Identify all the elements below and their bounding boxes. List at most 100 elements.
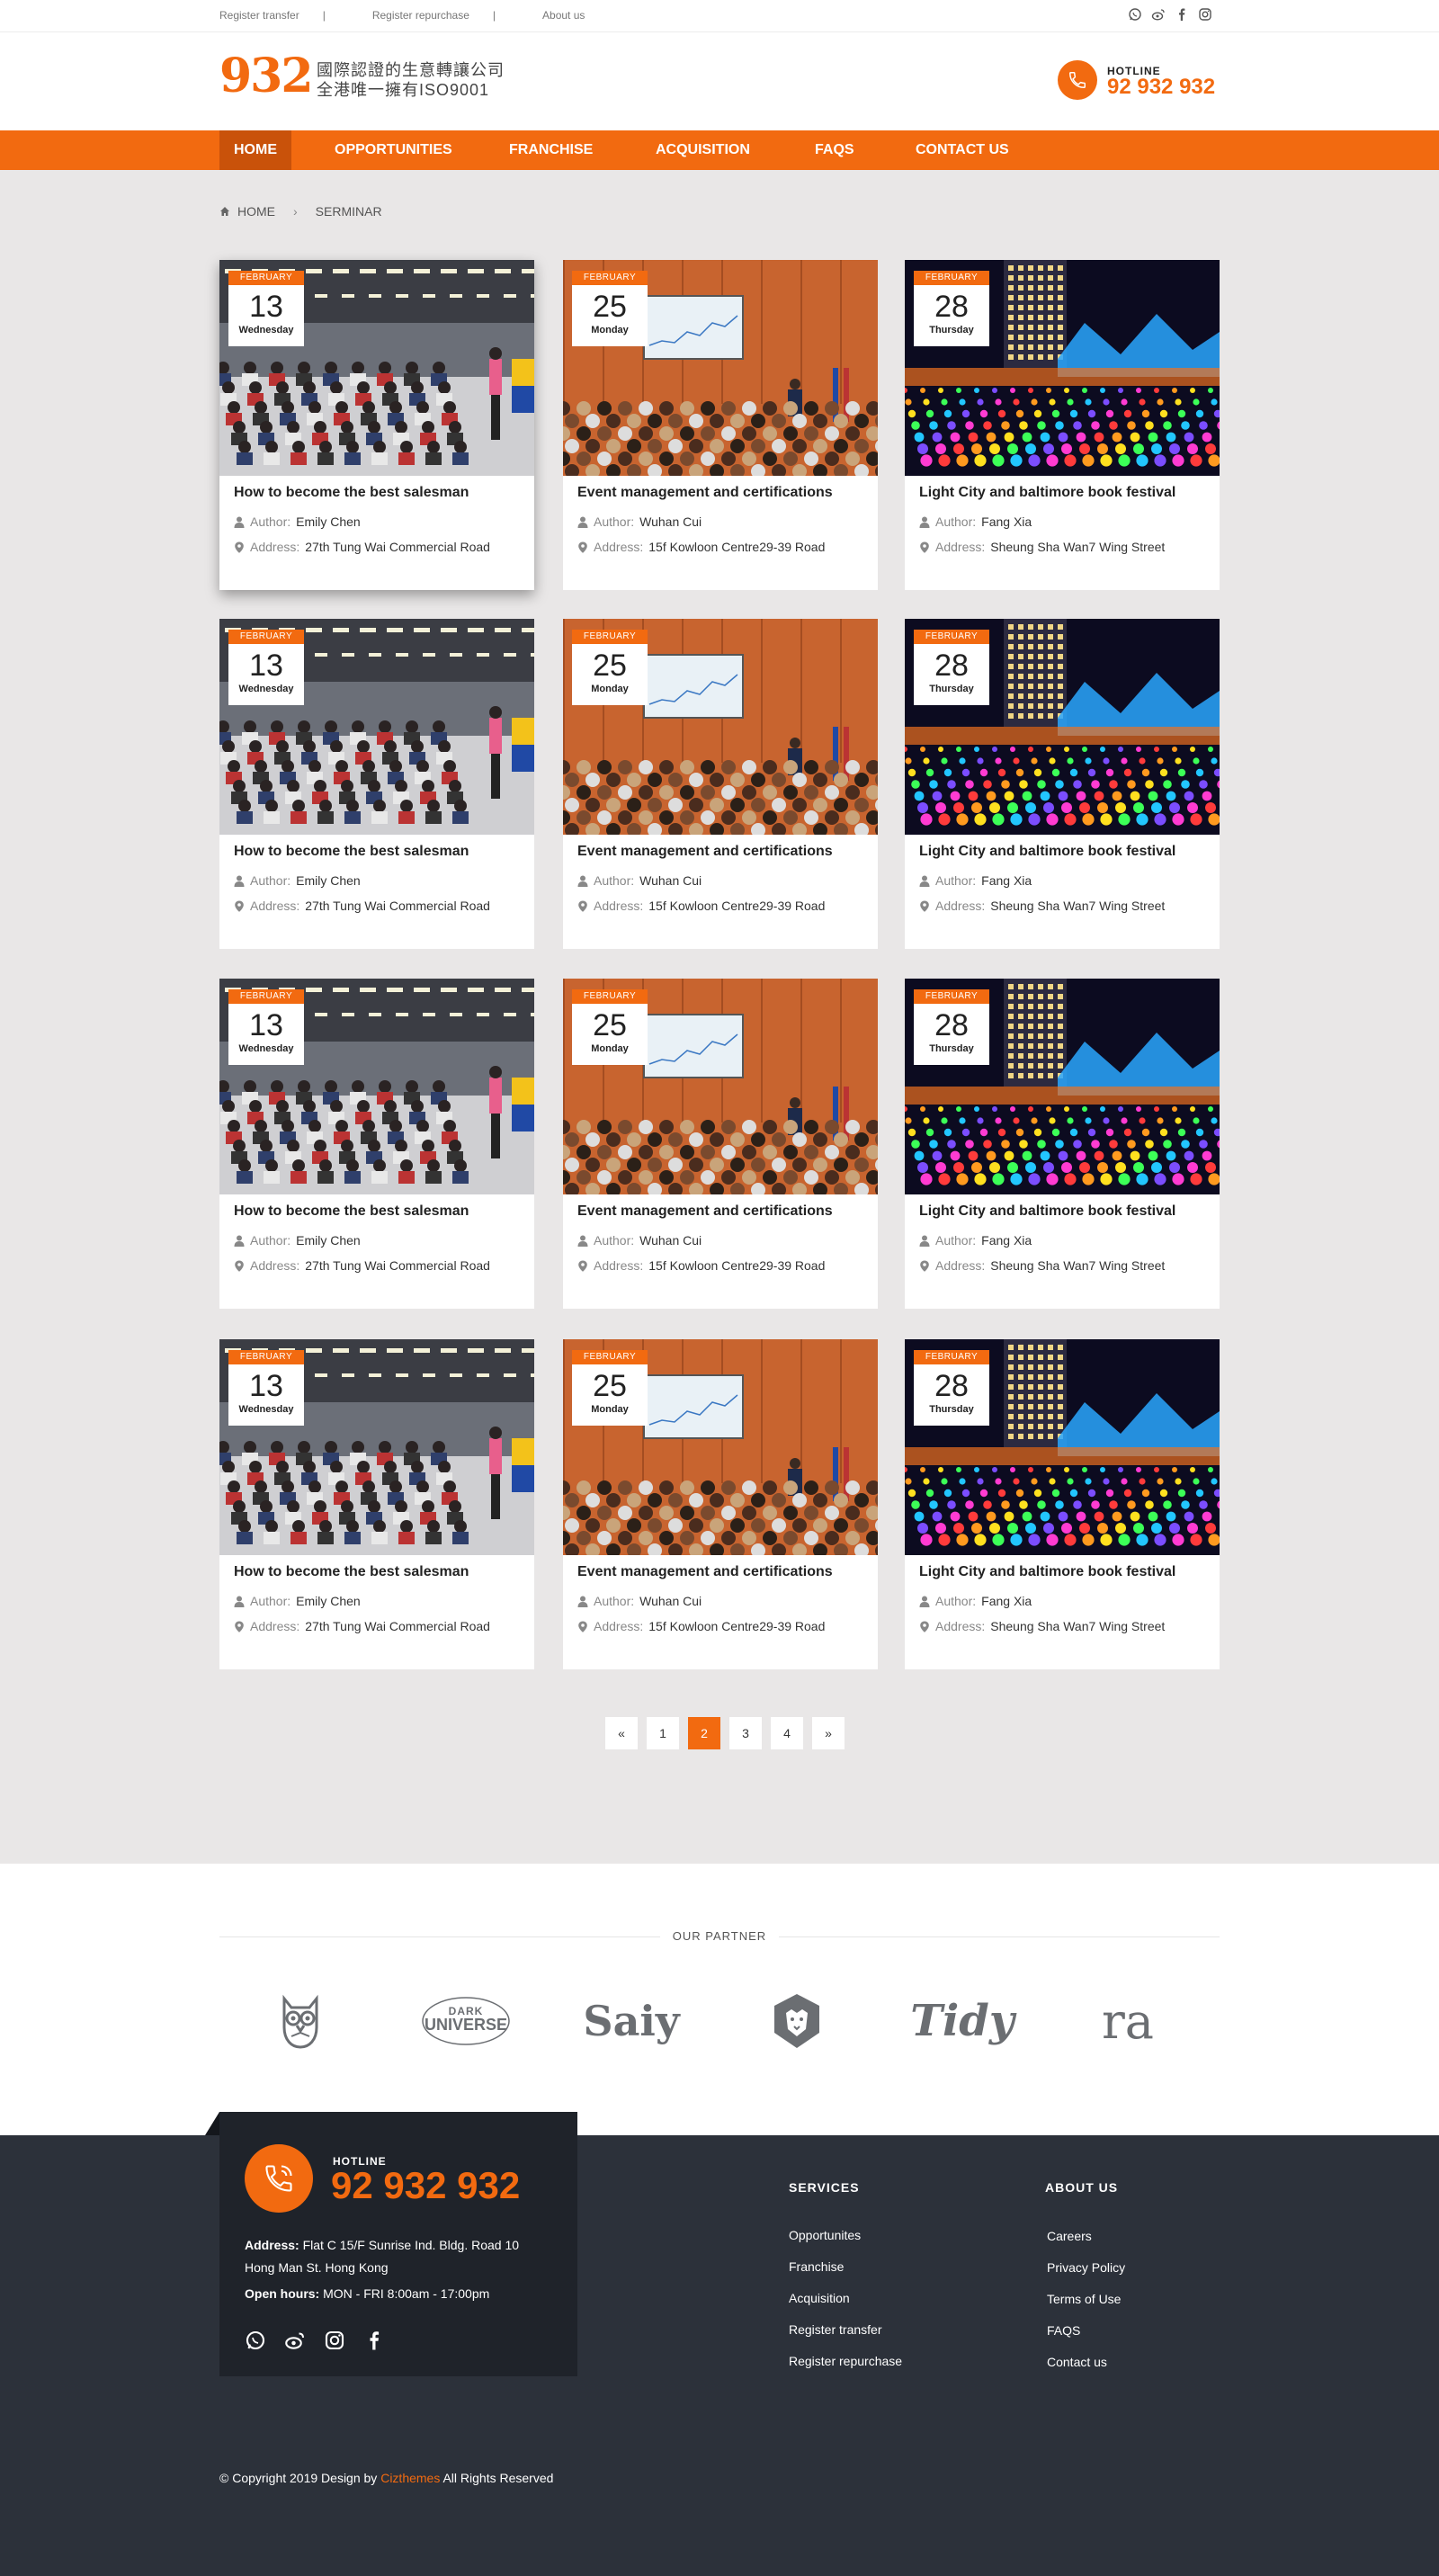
event-title[interactable]: Light City and baltimore book festival <box>919 1564 1175 1580</box>
event-title[interactable]: Light City and baltimore book festival <box>919 485 1175 501</box>
address-label: Address: <box>250 899 300 913</box>
event-card[interactable]: FEBRUARY 25 Monday Event management and cer… <box>563 619 878 949</box>
page-prev[interactable]: « <box>605 1717 638 1749</box>
footer-link-register-transfer[interactable]: Register transfer <box>789 2322 881 2337</box>
author-value: Wuhan Cui <box>639 1233 702 1248</box>
hotline-number[interactable]: 92 932 932 <box>1107 75 1215 100</box>
event-title[interactable]: How to become the best salesman <box>234 844 469 860</box>
date-weekday: Thursday <box>929 325 974 335</box>
copyright-prefix: © Copyright 2019 Design by <box>219 2471 378 2485</box>
event-address: Address: 27th Tung Wai Commercial Road <box>234 1619 490 1633</box>
footer-link-opportunities[interactable]: Opportunites <box>789 2228 861 2242</box>
weibo-icon[interactable] <box>284 2330 306 2351</box>
logo-tagline: 國際認證的生意轉讓公司 全港唯一擁有ISO9001 <box>317 60 505 100</box>
event-title[interactable]: Event management and certifications <box>577 844 833 860</box>
page-2[interactable]: 2 <box>688 1717 720 1749</box>
event-card[interactable]: FEBRUARY 28 Thursday Light City and baltimo… <box>905 979 1220 1309</box>
partner-saiy-logo[interactable]: Saiy <box>568 1985 694 2057</box>
footer-link-franchise[interactable]: Franchise <box>789 2259 844 2274</box>
instagram-icon[interactable] <box>1198 7 1212 22</box>
event-title[interactable]: Event management and certifications <box>577 1203 833 1220</box>
nav-acquisition[interactable]: ACQUISITION <box>641 130 764 170</box>
event-card[interactable]: FEBRUARY 28 Thursday Light City and baltimo… <box>905 619 1220 949</box>
whatsapp-icon[interactable] <box>245 2330 266 2351</box>
nav-opportunities[interactable]: OPPORTUNITIES <box>320 130 467 170</box>
address-value: 15f Kowloon Centre29-39 Road <box>648 1258 826 1273</box>
breadcrumb-home[interactable]: HOME <box>237 204 275 219</box>
phone-icon <box>1058 60 1097 100</box>
facebook-icon[interactable] <box>1175 7 1189 22</box>
map-pin-icon <box>920 541 929 553</box>
partner-dark-universe-logo[interactable]: DARK UNIVERSE <box>403 1985 529 2057</box>
date-day: 28 <box>934 290 969 324</box>
top-link-register-transfer[interactable]: Register transfer <box>219 9 323 22</box>
footer-link-acquisition[interactable]: Acquisition <box>789 2291 850 2305</box>
nav-home[interactable]: HOME <box>219 130 291 170</box>
date-day: 28 <box>934 1008 969 1042</box>
page-1[interactable]: 1 <box>647 1717 679 1749</box>
event-title[interactable]: Light City and baltimore book festival <box>919 1203 1175 1220</box>
event-address: Address: 15f Kowloon Centre29-39 Road <box>577 540 825 554</box>
footer-link-contact-us[interactable]: Contact us <box>1047 2355 1107 2369</box>
event-author: Author: Emily Chen <box>234 514 361 529</box>
weibo-icon[interactable] <box>1151 7 1166 22</box>
event-card[interactable]: FEBRUARY 25 Monday Event management and cer… <box>563 1339 878 1669</box>
event-card[interactable]: FEBRUARY 13 Wednesday How to become the bes… <box>219 260 534 590</box>
event-author: Author: Emily Chen <box>234 1594 361 1608</box>
date-month: FEBRUARY <box>228 630 304 644</box>
footer-link-terms-of-use[interactable]: Terms of Use <box>1047 2292 1121 2306</box>
facebook-icon[interactable] <box>363 2330 385 2351</box>
event-title[interactable]: How to become the best salesman <box>234 485 469 501</box>
date-badge: FEBRUARY 13 Wednesday <box>228 1350 304 1426</box>
event-card[interactable]: FEBRUARY 13 Wednesday How to become the bes… <box>219 619 534 949</box>
event-address: Address: 27th Tung Wai Commercial Road <box>234 899 490 913</box>
nav-contact-us[interactable]: CONTACT US <box>901 130 1023 170</box>
whatsapp-icon[interactable] <box>1128 7 1142 22</box>
date-weekday: Thursday <box>929 1043 974 1054</box>
event-card[interactable]: FEBRUARY 28 Thursday Light City and baltimo… <box>905 260 1220 590</box>
page-3[interactable]: 3 <box>729 1717 762 1749</box>
date-month: FEBRUARY <box>572 630 648 644</box>
date-badge: FEBRUARY 28 Thursday <box>914 989 989 1065</box>
nav-franchise[interactable]: FRANCHISE <box>495 130 607 170</box>
event-title[interactable]: Event management and certifications <box>577 485 833 501</box>
footer-hours: Open hours: MON - FRI 8:00am - 17:00pm <box>245 2286 489 2301</box>
page-next[interactable]: » <box>812 1717 845 1749</box>
breadcrumb: HOME › SERMINAR <box>219 204 382 219</box>
partner-ra-logo[interactable]: ra <box>1065 1985 1191 2057</box>
nav-faqs[interactable]: FAQS <box>800 130 869 170</box>
event-card[interactable]: FEBRUARY 25 Monday Event management and cer… <box>563 260 878 590</box>
map-pin-icon <box>578 1621 587 1632</box>
event-card[interactable]: FEBRUARY 13 Wednesday How to become the bes… <box>219 979 534 1309</box>
event-card[interactable]: FEBRUARY 28 Thursday Light City and baltimo… <box>905 1339 1220 1669</box>
footer-hotline-number[interactable]: 92 932 932 <box>331 2164 520 2207</box>
top-link-about-us[interactable]: About us <box>542 9 608 22</box>
event-title[interactable]: Event management and certifications <box>577 1564 833 1580</box>
top-links: Register transfer | Register repurchase … <box>219 9 608 22</box>
event-title[interactable]: Light City and baltimore book festival <box>919 844 1175 860</box>
copyright-brand-link[interactable]: Cizthemes <box>380 2471 440 2485</box>
map-pin-icon <box>920 1621 929 1632</box>
partner-tidy-logo[interactable]: Tidy <box>899 1985 1025 2057</box>
address-label: Address: <box>250 540 300 554</box>
partner-lion-logo[interactable] <box>734 1985 860 2057</box>
instagram-icon[interactable] <box>324 2330 345 2351</box>
page-4[interactable]: 4 <box>771 1717 803 1749</box>
divider: | <box>322 9 326 22</box>
top-link-register-repurchase[interactable]: Register repurchase <box>372 9 493 22</box>
event-title[interactable]: How to become the best salesman <box>234 1564 469 1580</box>
event-author: Author: Wuhan Cui <box>577 1594 702 1608</box>
logo[interactable]: 932 <box>219 53 314 100</box>
event-card[interactable]: FEBRUARY 13 Wednesday How to become the bes… <box>219 1339 534 1669</box>
partner-owl-logo[interactable] <box>237 1985 363 2057</box>
footer-link-privacy-policy[interactable]: Privacy Policy <box>1047 2260 1125 2275</box>
date-day: 13 <box>249 290 283 324</box>
footer-link-faqs[interactable]: FAQS <box>1047 2323 1080 2338</box>
event-card[interactable]: FEBRUARY 25 Monday Event management and cer… <box>563 979 878 1309</box>
footer-link-register-repurchase[interactable]: Register repurchase <box>789 2354 902 2368</box>
user-icon <box>234 1596 245 1607</box>
breadcrumb-current: SERMINAR <box>315 204 382 219</box>
date-weekday: Wednesday <box>238 1043 294 1054</box>
event-title[interactable]: How to become the best salesman <box>234 1203 469 1220</box>
footer-link-careers[interactable]: Careers <box>1047 2229 1092 2243</box>
